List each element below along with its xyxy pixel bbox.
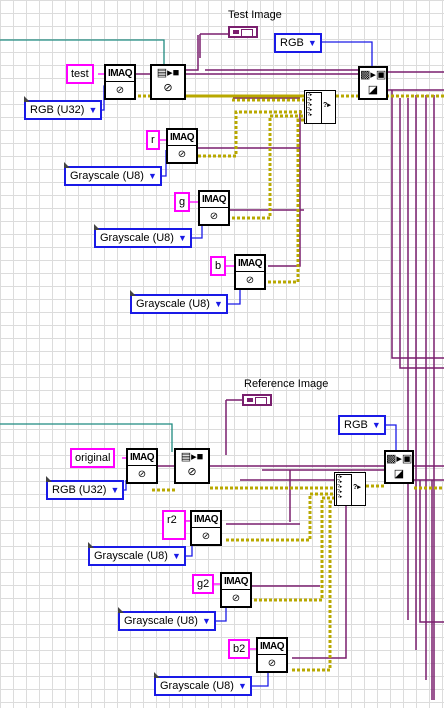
image-indicator-icon: [247, 398, 253, 402]
test-path-constant[interactable]: test: [66, 64, 94, 84]
original-path-constant[interactable]: original: [70, 448, 116, 468]
chevron-down-icon: ▼: [88, 105, 98, 115]
r2-constant[interactable]: r2: [162, 510, 186, 540]
chevron-down-icon: ▼: [238, 681, 247, 691]
imaq-create-b[interactable]: IMAQ ⊘: [234, 254, 266, 290]
imaq-create-icon: ⊘: [177, 149, 187, 160]
chevron-down-icon: ▼: [148, 171, 157, 181]
imaq-create-icon: ⊘: [201, 531, 211, 542]
imaq-create-icon: ⊘: [267, 658, 277, 669]
chevron-down-icon: ▼: [110, 485, 120, 495]
imaq-create-g2[interactable]: IMAQ ⊘: [220, 572, 252, 608]
imaq-create-r2[interactable]: IMAQ ⊘: [190, 510, 222, 546]
build-array-reference[interactable]: ?▸ ?▸ ?▸ ?▸ ?▸ ?▸: [334, 472, 366, 506]
chevron-down-icon: ▼: [202, 616, 211, 626]
r2-image-type-enum[interactable]: Grayscale (U8) ▼: [88, 542, 186, 566]
file-read-test[interactable]: ▤▸■ ⊘: [150, 64, 186, 100]
imaq-create-icon: ⊘: [245, 275, 255, 286]
reference-image-type-enum[interactable]: RGB (U32) ▼: [46, 476, 125, 500]
chevron-down-icon: ▼: [178, 233, 187, 243]
b2-image-type-enum[interactable]: Grayscale (U8) ▼: [154, 672, 252, 696]
color-plane-test[interactable]: ▩▸▣ ◪: [358, 66, 388, 100]
imaq-create-icon: ⊘: [137, 469, 147, 480]
color-plane-icon: ▩▸▣: [360, 69, 387, 81]
g2-image-type-enum[interactable]: Grayscale (U8) ▼: [118, 607, 216, 631]
imaq-create-icon: ⊘: [209, 211, 219, 222]
color-plane-reference[interactable]: ▩▸▣ ◪: [384, 450, 414, 484]
chevron-down-icon: ▼: [371, 420, 381, 430]
b-constant[interactable]: b: [210, 256, 227, 276]
imaq-create-original[interactable]: IMAQ ⊘: [126, 448, 158, 484]
imaq-create-g[interactable]: IMAQ ⊘: [198, 190, 230, 226]
file-read-icon: ▤▸■: [180, 451, 204, 463]
test-color-mode-enum[interactable]: RGB ▼: [274, 33, 322, 53]
color-plane-icon: ▩▸▣: [386, 453, 413, 465]
image-indicator-icon: [233, 30, 239, 34]
g-image-type-enum[interactable]: Grayscale (U8) ▼: [94, 224, 192, 248]
r-constant[interactable]: r: [146, 130, 160, 150]
r-image-type-enum[interactable]: Grayscale (U8) ▼: [64, 162, 162, 186]
g-constant[interactable]: g: [174, 192, 191, 212]
imaq-create-r[interactable]: IMAQ ⊘: [166, 128, 198, 164]
build-array-icon: ?▸ ?▸ ?▸ ?▸ ?▸: [336, 474, 352, 506]
build-array-icon: ?▸ ?▸ ?▸ ?▸ ?▸: [306, 92, 322, 124]
reference-color-mode-enum[interactable]: RGB ▼: [338, 415, 386, 435]
chevron-down-icon: ▼: [172, 551, 181, 561]
reference-image-label: Reference Image: [244, 378, 329, 390]
chevron-down-icon: ▼: [214, 299, 223, 309]
test-image-indicator[interactable]: [228, 26, 258, 38]
build-array-test[interactable]: ?▸ ?▸ ?▸ ?▸ ?▸ ?▸: [304, 90, 336, 124]
test-image-label: Test Image: [228, 9, 282, 21]
file-read-original[interactable]: ▤▸■ ⊘: [174, 448, 210, 484]
b2-constant[interactable]: b2: [228, 639, 251, 659]
imaq-create-icon: ⊘: [115, 85, 125, 96]
file-read-icon: ▤▸■: [156, 67, 180, 79]
b-image-type-enum[interactable]: Grayscale (U8) ▼: [130, 290, 228, 314]
g2-constant[interactable]: g2: [192, 574, 215, 594]
chevron-down-icon: ▼: [307, 38, 317, 48]
imaq-create-b2[interactable]: IMAQ ⊘: [256, 637, 288, 673]
reference-image-indicator[interactable]: [242, 394, 272, 406]
imaq-create-icon: ⊘: [231, 593, 241, 604]
imaq-create-test[interactable]: IMAQ ⊘: [104, 64, 136, 100]
test-image-type-enum[interactable]: RGB (U32) ▼: [24, 96, 103, 120]
